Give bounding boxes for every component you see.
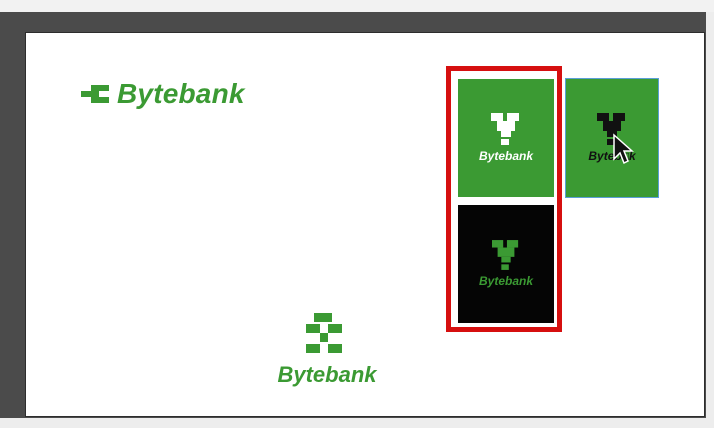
- artboard[interactable]: Bytebank Bytebank Bytebank Bytebank Byte…: [25, 32, 705, 417]
- bytebank-mark-icon: [306, 313, 342, 353]
- selection-highlight-box: [446, 66, 562, 332]
- bytebank-mark-icon: [81, 85, 109, 103]
- bottom-bar: [0, 418, 714, 428]
- left-panel-edge: [0, 12, 10, 428]
- right-panel-edge: [706, 12, 714, 428]
- logo-horizontal[interactable]: Bytebank: [81, 78, 245, 109]
- mouse-cursor-icon: [613, 133, 634, 165]
- logo-vertical-text: Bytebank: [277, 362, 377, 387]
- logo-vertical[interactable]: Bytebank: [272, 313, 382, 388]
- top-bar: [0, 0, 714, 12]
- logo-horizontal-text: Bytebank: [117, 78, 245, 109]
